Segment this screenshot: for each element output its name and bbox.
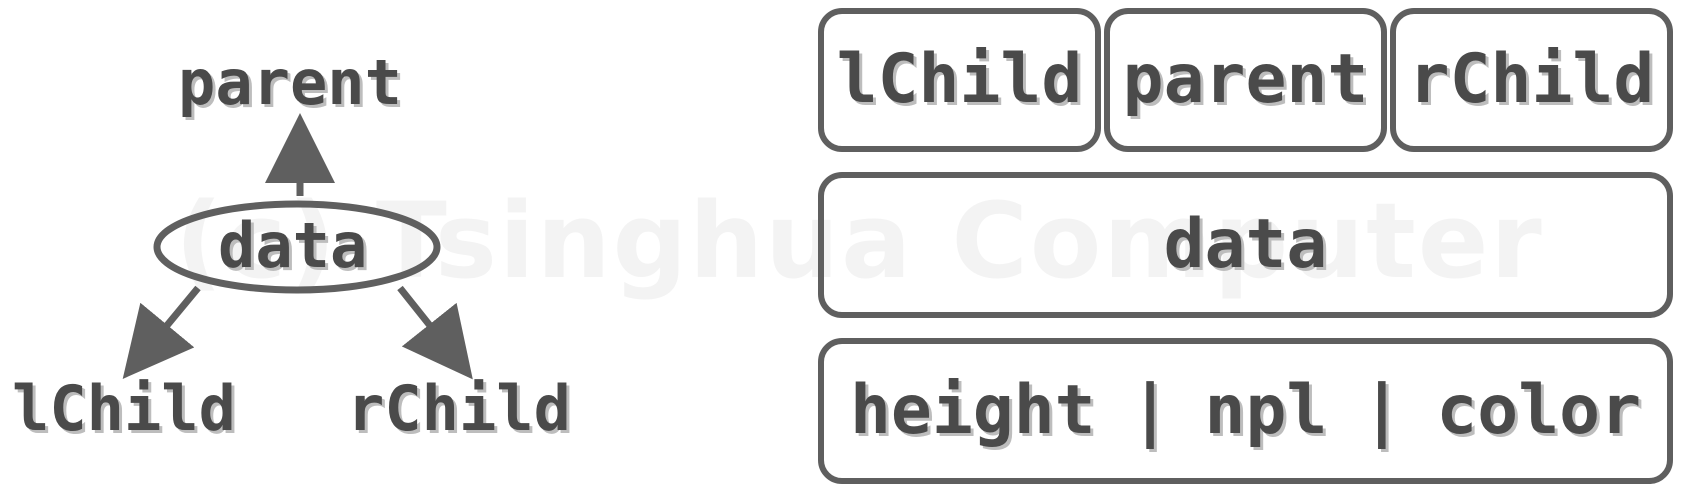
struct-lchild-label: lChild [836, 40, 1083, 119]
struct-separator-1: | [1129, 371, 1171, 450]
struct-meta-field: height | npl | color [818, 338, 1673, 484]
binary-tree-node-diagram: (c) Tsinghua Computer parent data lChild… [0, 0, 1691, 492]
tree-data-label: data [218, 209, 368, 282]
struct-height-label: height [849, 371, 1096, 450]
tree-lchild-label: lChild [12, 372, 236, 445]
struct-parent-field: parent [1104, 8, 1387, 152]
struct-data-label: data [1163, 205, 1328, 284]
struct-data-field: data [818, 172, 1673, 318]
struct-separator-2: | [1361, 371, 1403, 450]
edge-to-rchild [397, 285, 473, 380]
tree-parent-label: parent [178, 46, 402, 119]
struct-rchild-label: rChild [1408, 40, 1655, 119]
tree-rchild-label: rChild [347, 372, 571, 445]
struct-parent-label: parent [1122, 40, 1369, 119]
struct-lchild-field: lChild [818, 8, 1101, 152]
edge-to-lchild [122, 285, 201, 379]
struct-npl-label: npl [1204, 371, 1328, 450]
struct-color-label: color [1436, 371, 1642, 450]
struct-rchild-field: rChild [1390, 8, 1673, 152]
